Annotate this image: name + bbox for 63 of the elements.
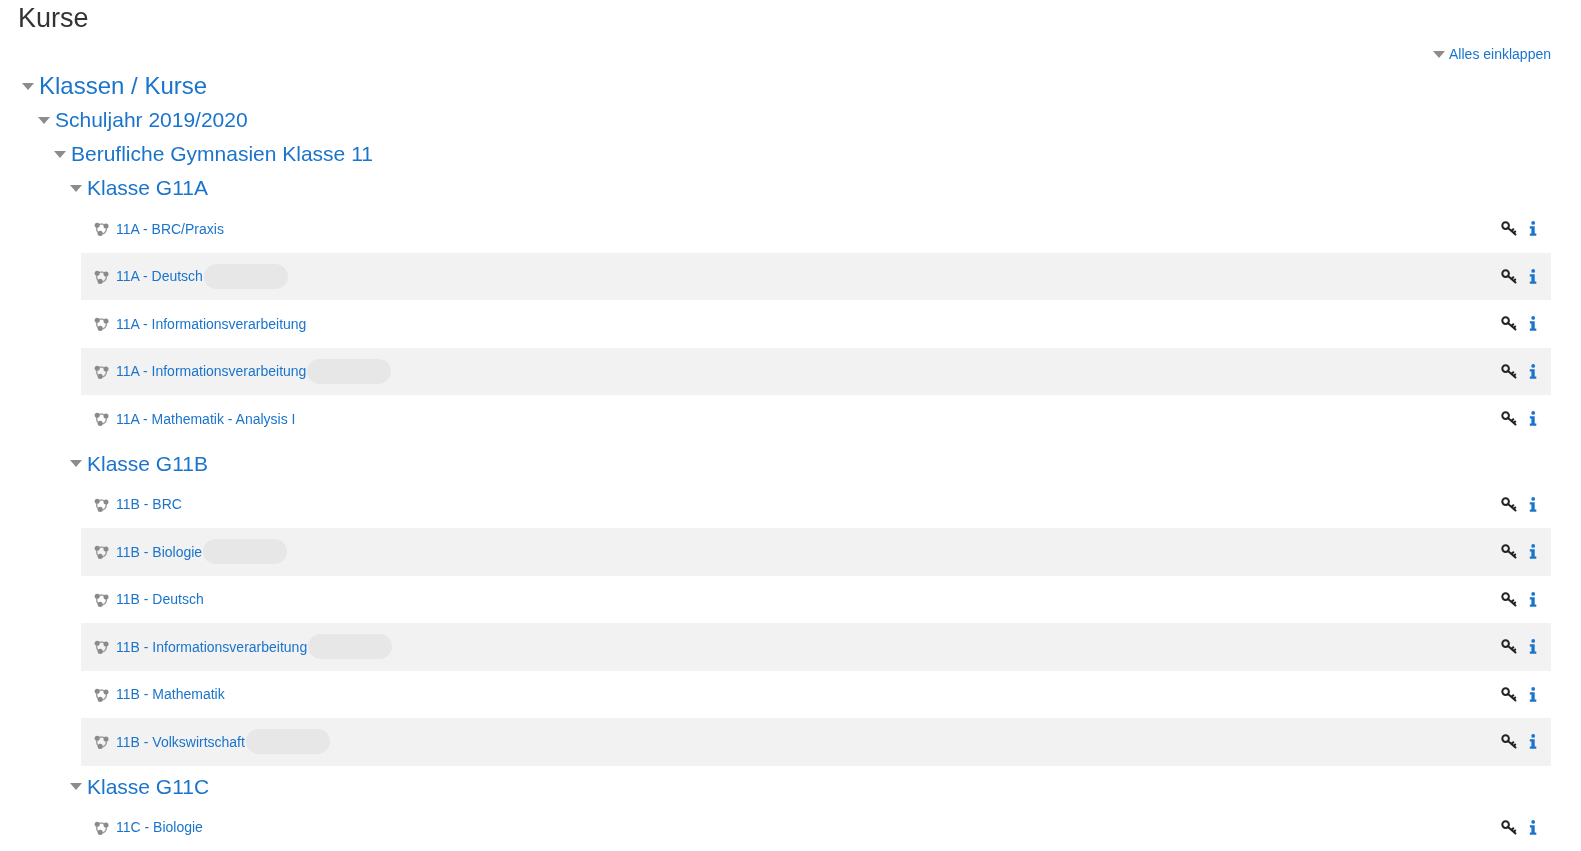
dot-ring-icon — [94, 268, 109, 284]
dot-ring-icon — [94, 496, 109, 512]
key-icon[interactable] — [1501, 819, 1517, 835]
dot-ring-icon — [94, 411, 109, 427]
course-link[interactable]: 11A - BRC/Praxis — [116, 218, 224, 239]
key-icon[interactable] — [1501, 544, 1517, 560]
caret-down-icon[interactable] — [54, 150, 66, 158]
caret-down-icon[interactable] — [70, 460, 82, 467]
info-icon[interactable] — [1529, 268, 1537, 284]
caret-down-icon[interactable] — [22, 82, 34, 90]
key-icon[interactable] — [1501, 221, 1517, 237]
info-icon[interactable] — [1529, 316, 1537, 332]
course-link[interactable]: 11B - BRC — [116, 494, 182, 515]
dot-ring-icon — [94, 686, 109, 702]
info-icon[interactable] — [1529, 591, 1537, 607]
course-link[interactable]: 11A - Mathematik - Analysis I — [116, 408, 296, 429]
dot-ring-icon — [94, 363, 109, 379]
caret-down-icon[interactable] — [38, 116, 50, 124]
course-link[interactable]: 11A - Informationsverarbeitung — [116, 361, 307, 382]
dot-ring-icon — [94, 544, 109, 560]
key-icon[interactable] — [1501, 591, 1517, 607]
dot-ring-icon — [94, 819, 109, 835]
info-icon[interactable] — [1529, 544, 1537, 560]
course-link[interactable]: 11B - Mathematik — [116, 684, 225, 705]
category-link[interactable]: Berufliche Gymnasien Klasse 11 — [71, 139, 373, 169]
key-icon[interactable] — [1501, 686, 1517, 702]
course-link[interactable]: 11B - Informationsverarbeitung — [116, 636, 308, 657]
key-icon[interactable] — [1501, 734, 1517, 750]
course-link[interactable]: 11B - Deutsch — [116, 589, 204, 610]
dot-ring-icon — [94, 591, 109, 607]
collapse-all-link[interactable]: Alles einklappen — [1433, 44, 1551, 64]
info-icon[interactable] — [1529, 734, 1537, 750]
category-link[interactable]: Klasse G11A — [87, 173, 208, 203]
dot-ring-icon — [94, 316, 109, 332]
info-icon[interactable] — [1529, 686, 1537, 702]
category-link[interactable]: Klasse G11C — [87, 771, 210, 802]
course-link[interactable]: 11A - Deutsch — [116, 266, 203, 287]
caret-down-icon[interactable] — [70, 184, 82, 192]
course-link[interactable]: 11A - Informationsverarbeitung — [116, 313, 307, 334]
course-link[interactable]: 11B - Volkswirtschaft — [116, 731, 245, 752]
category-link[interactable]: Schuljahr 2019/2020 — [55, 105, 248, 135]
info-icon[interactable] — [1529, 496, 1537, 512]
info-icon[interactable] — [1529, 221, 1537, 237]
key-icon[interactable] — [1501, 268, 1517, 284]
info-icon[interactable] — [1529, 639, 1537, 655]
dot-ring-icon — [94, 734, 109, 750]
category-link[interactable]: Klassen / Kurse — [39, 71, 208, 101]
course-link[interactable]: 11B - Biologie — [116, 541, 203, 562]
category-link[interactable]: Klasse G11B — [87, 448, 208, 479]
key-icon[interactable] — [1501, 316, 1517, 332]
page-title: Kurse — [18, 2, 89, 35]
key-icon[interactable] — [1501, 411, 1517, 427]
dot-ring-icon — [94, 221, 109, 237]
course-link[interactable]: 11C - Biologie — [116, 817, 203, 838]
info-icon[interactable] — [1529, 363, 1537, 379]
key-icon[interactable] — [1501, 496, 1517, 512]
key-icon[interactable] — [1501, 363, 1517, 379]
info-icon[interactable] — [1529, 411, 1537, 427]
info-icon[interactable] — [1529, 819, 1537, 835]
caret-down-icon[interactable] — [70, 783, 82, 790]
caret-down-icon[interactable] — [1433, 50, 1446, 58]
key-icon[interactable] — [1501, 639, 1517, 655]
dot-ring-icon — [94, 639, 109, 655]
